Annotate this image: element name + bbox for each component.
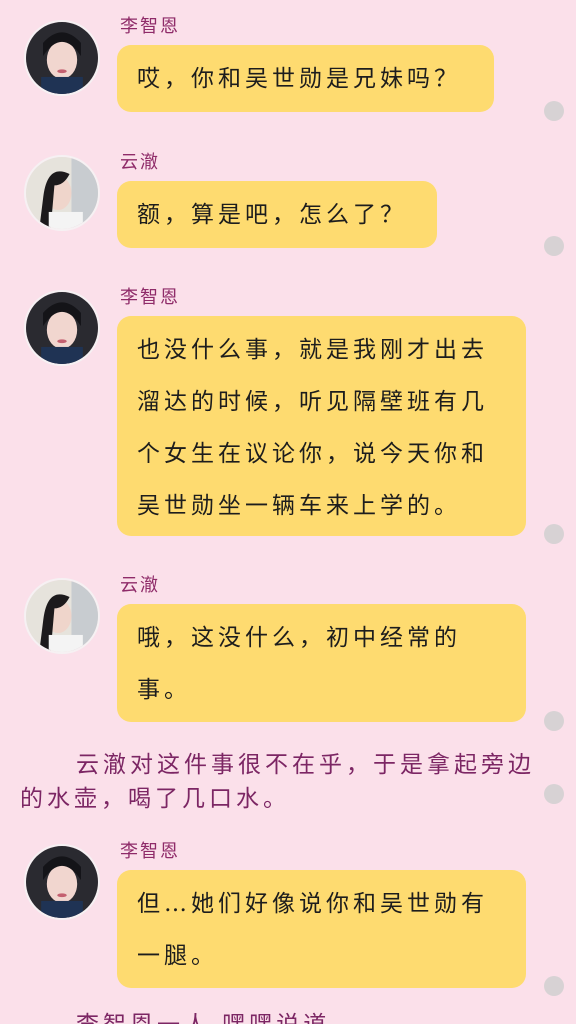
avatar-li-zhien[interactable] <box>24 844 100 920</box>
message-bubble[interactable]: 哦，这没什么，初中经常的事。 <box>117 604 526 722</box>
status-dot <box>544 976 564 996</box>
message-bubble[interactable]: 也没什么事，就是我刚才出去溜达的时候，听见隔壁班有几个女生在议论你，说今天你和吴… <box>117 316 526 536</box>
speaker-name: 李智恩 <box>120 287 180 308</box>
message-bubble[interactable]: 但…她们好像说你和吴世勋有一腿。 <box>117 870 526 988</box>
speaker-name: 云澈 <box>120 152 160 173</box>
message-bubble[interactable]: 哎，你和吴世勋是兄妹吗？ <box>117 45 494 112</box>
status-dot <box>544 784 564 804</box>
avatar-li-zhien[interactable] <box>24 290 100 366</box>
speaker-name: 李智恩 <box>120 841 180 862</box>
chat-screen: 李智恩 哎，你和吴世勋是兄妹吗？ 云澈 额，算是吧，怎么了？ 李智恩 也没什么事… <box>0 0 576 1024</box>
status-dot <box>544 524 564 544</box>
avatar-li-zhien[interactable] <box>24 20 100 96</box>
status-dot <box>544 101 564 121</box>
status-dot <box>544 236 564 256</box>
speaker-name: 李智恩 <box>120 16 180 37</box>
speaker-name: 云澈 <box>120 575 160 596</box>
message-bubble[interactable]: 额，算是吧，怎么了？ <box>117 181 437 248</box>
avatar-yun-che[interactable] <box>24 578 100 654</box>
status-dot <box>544 711 564 731</box>
narration-text: 李智恩一人 嘿嘿说道 <box>20 1008 540 1024</box>
avatar-yun-che[interactable] <box>24 155 100 231</box>
narration-text: 云澈对这件事很不在乎，于是拿起旁边的水壶，喝了几口水。 <box>20 752 535 812</box>
